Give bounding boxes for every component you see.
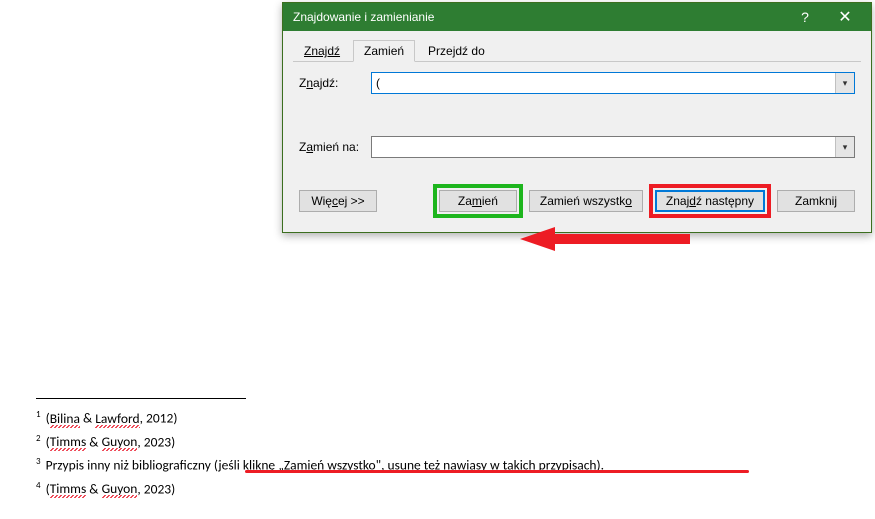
find-replace-dialog: Znajdowanie i zamienianie ? ✕ Znajdź Zam… [282,2,872,233]
close-dialog-button[interactable]: Zamknij [777,190,855,212]
dialog-title: Znajdowanie i zamienianie [293,10,785,24]
footnote-2: 2 (Timms & Guyon, 2023) [36,429,836,453]
footnote-divider [36,398,246,399]
replace-combo[interactable]: ▾ [371,136,855,158]
replace-label: Zamień na: [299,140,371,154]
find-combo[interactable]: ▾ [371,72,855,94]
annotation-red-box: Znajdź następny [649,184,771,218]
annotation-green-box: Zamień [433,184,523,218]
dialog-body: Znajdź Zamień Przejdź do Znajdź: ▾ Zamie… [283,31,871,232]
dialog-title-bar: Znajdowanie i zamienianie ? ✕ [283,3,871,31]
button-row: Więcej >> Zamień Zamień wszystko Znajdź … [299,184,855,218]
replace-button[interactable]: Zamień [439,190,517,212]
find-row: Znajdź: ▾ [299,72,855,94]
footnote-4: 4 (Timms & Guyon, 2023) [36,476,836,500]
replace-input[interactable] [372,137,835,157]
tab-replace[interactable]: Zamień [353,40,415,62]
more-button[interactable]: Więcej >> [299,190,377,212]
footnote-area: 1 (Bilina & Lawford, 2012) 2 (Timms & Gu… [36,398,836,499]
tab-strip: Znajdź Zamień Przejdź do [293,39,861,62]
annotation-red-underline [245,470,749,473]
tab-goto[interactable]: Przejdź do [417,40,496,62]
close-button[interactable]: ✕ [825,3,865,31]
find-dropdown-icon[interactable]: ▾ [835,73,854,93]
footnote-3: 3 Przypis inny niż bibliograficzny (jeśl… [36,452,836,476]
find-label: Znajdź: [299,76,371,90]
replace-dropdown-icon[interactable]: ▾ [835,137,854,157]
find-next-button[interactable]: Znajdź następny [655,190,765,212]
tab-find[interactable]: Znajdź [293,40,351,62]
replace-row: Zamień na: ▾ [299,136,855,158]
find-input[interactable] [372,73,835,93]
replace-all-button[interactable]: Zamień wszystko [529,190,643,212]
footnote-1: 1 (Bilina & Lawford, 2012) [36,405,836,429]
help-button[interactable]: ? [785,3,825,31]
